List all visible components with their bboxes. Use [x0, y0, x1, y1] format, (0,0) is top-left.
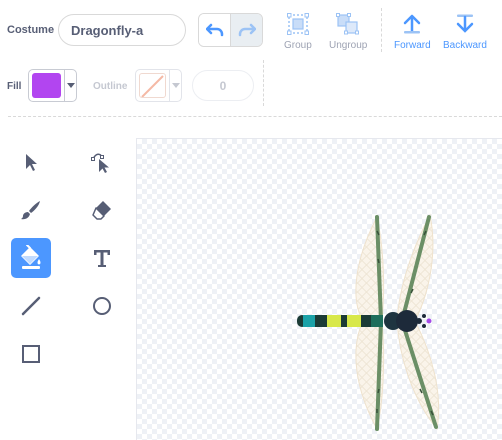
fill-color-dropdown[interactable]	[28, 69, 77, 102]
circle-icon	[93, 297, 111, 315]
undo-icon	[205, 23, 223, 37]
brush-icon	[21, 201, 40, 220]
reshape-tool-button[interactable]	[82, 142, 122, 182]
toolbar-divider	[381, 8, 382, 52]
rectangle-tool-button[interactable]	[11, 334, 51, 374]
circle-tool-button[interactable]	[82, 286, 122, 326]
line-tool-button[interactable]	[11, 286, 51, 326]
eraser-icon	[92, 201, 111, 220]
brush-tool-button[interactable]	[11, 190, 51, 230]
redo-icon	[238, 23, 256, 37]
paint-bucket-icon	[21, 245, 41, 269]
forward-icon	[404, 14, 421, 34]
paint-canvas[interactable]	[136, 138, 502, 440]
group-label: Group	[284, 40, 312, 51]
costume-label: Costume	[7, 24, 55, 36]
select-tool-button[interactable]	[11, 142, 51, 182]
arrow-select-icon	[26, 154, 37, 171]
redo-button[interactable]	[231, 14, 262, 46]
backward-icon	[456, 14, 474, 33]
fill-color-swatch	[32, 73, 61, 98]
fill-tool-button[interactable]	[11, 238, 51, 278]
outline-width-input[interactable]: 0	[192, 70, 254, 101]
dragonfly-sprite	[297, 213, 440, 431]
ungroup-label: Ungroup	[329, 40, 368, 51]
undo-redo-group	[198, 13, 263, 47]
outline-color-dropdown[interactable]	[135, 69, 182, 102]
ungroup-icon	[336, 13, 360, 35]
outline-label: Outline	[93, 81, 128, 92]
outline-color-swatch	[139, 73, 166, 98]
rectangle-icon	[22, 345, 40, 363]
costume-name-input[interactable]	[58, 14, 186, 46]
group-icon	[286, 13, 309, 35]
line-icon	[21, 296, 41, 316]
backward-label: Backward	[443, 40, 487, 51]
forward-button[interactable]: Forward	[394, 13, 431, 51]
fill-label: Fill	[7, 81, 22, 92]
fill-row-divider	[263, 60, 264, 106]
eraser-tool-button[interactable]	[82, 190, 122, 230]
ungroup-button[interactable]: Ungroup	[329, 13, 367, 51]
forward-label: Forward	[394, 40, 431, 51]
toolbar-bottom-divider	[8, 116, 502, 117]
group-button[interactable]: Group	[284, 13, 312, 51]
reshape-icon	[91, 153, 109, 173]
no-color-icon	[141, 75, 164, 97]
chevron-down-icon	[169, 70, 181, 101]
undo-button[interactable]	[199, 14, 231, 46]
chevron-down-icon	[64, 70, 76, 101]
text-icon	[94, 250, 110, 267]
backward-button[interactable]: Backward	[443, 13, 487, 51]
text-tool-button[interactable]	[82, 238, 122, 278]
